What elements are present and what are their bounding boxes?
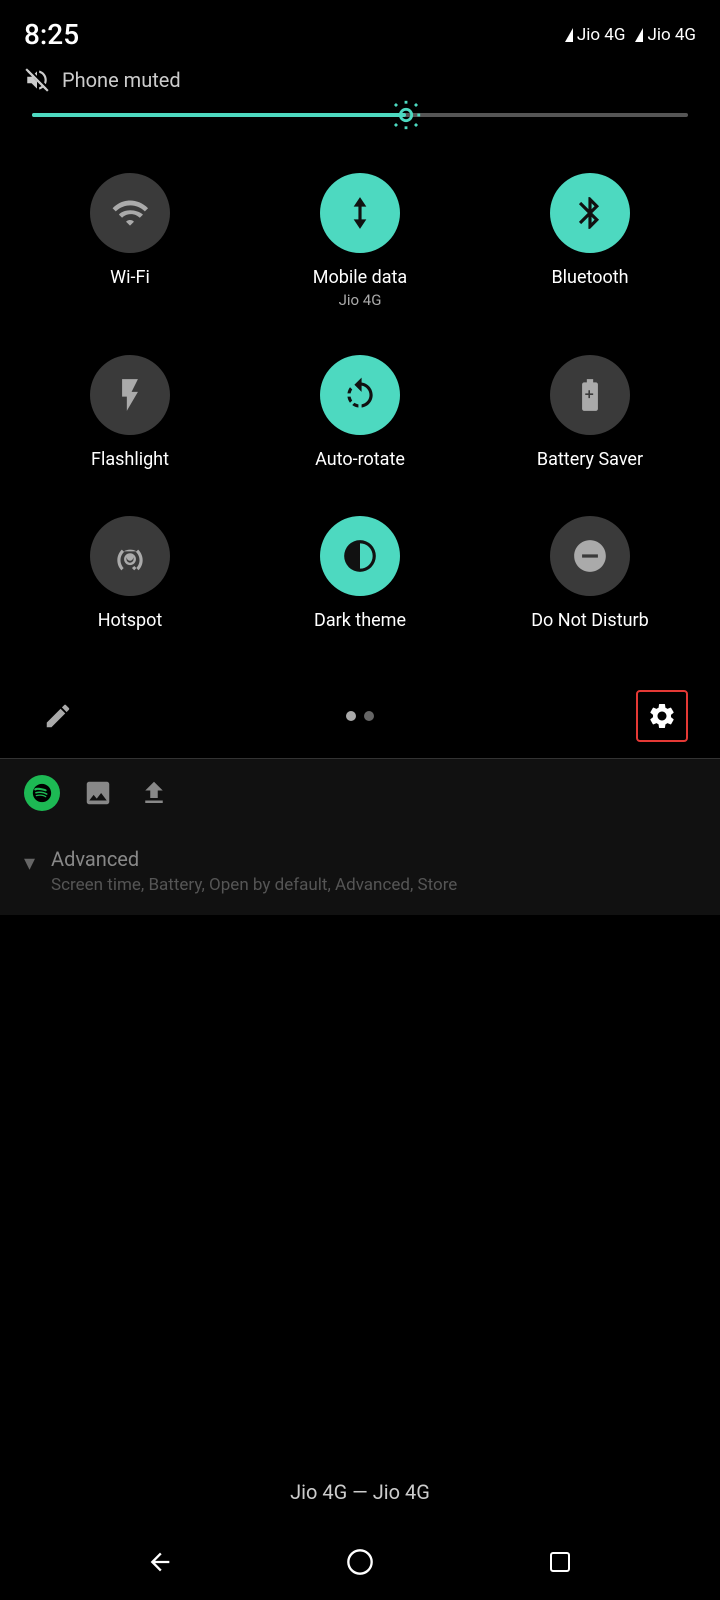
hotspot-icon-circle	[90, 516, 170, 596]
do-not-disturb-icon-circle	[550, 516, 630, 596]
recents-icon	[548, 1550, 572, 1574]
qs-item-do-not-disturb[interactable]: Do Not Disturb	[480, 496, 700, 648]
mobile-data-icon-circle	[320, 173, 400, 253]
qs-item-battery-saver[interactable]: Battery Saver	[480, 335, 700, 487]
edit-icon	[43, 701, 73, 731]
advanced-header: ▾ Advanced Screen time, Battery, Open by…	[24, 847, 696, 895]
auto-rotate-icon-circle	[320, 355, 400, 435]
upload-notification-icon[interactable]	[136, 775, 172, 811]
auto-rotate-label: Auto-rotate	[315, 449, 405, 471]
brightness-slider-container[interactable]	[0, 103, 720, 137]
dot-2	[364, 711, 374, 721]
recents-button[interactable]	[540, 1542, 580, 1582]
wifi-icon-circle	[90, 173, 170, 253]
bottom-area: Jio 4G — Jio 4G	[0, 1460, 720, 1600]
home-icon	[346, 1548, 374, 1576]
dark-theme-icon-circle	[320, 516, 400, 596]
qs-item-dark-theme[interactable]: Dark theme	[250, 496, 470, 648]
advanced-section[interactable]: ▾ Advanced Screen time, Battery, Open by…	[0, 827, 720, 915]
page-dots	[346, 711, 374, 721]
qs-item-hotspot[interactable]: Hotspot	[20, 496, 240, 648]
qs-item-mobile-data[interactable]: Mobile data Jio 4G	[250, 153, 470, 325]
brightness-sun-icon	[389, 98, 423, 132]
brightness-track[interactable]	[32, 113, 688, 117]
flashlight-icon	[111, 376, 149, 414]
image-notification-icon[interactable]	[80, 775, 116, 811]
qs-item-flashlight[interactable]: Flashlight	[20, 335, 240, 487]
quick-settings-panel: Wi-Fi Mobile data Jio 4G Bluetooth	[0, 137, 720, 664]
qs-grid: Wi-Fi Mobile data Jio 4G Bluetooth	[20, 153, 700, 648]
mobile-data-label: Mobile data	[313, 267, 407, 289]
status-bar: 8:25 Jio 4G Jio 4G	[0, 0, 720, 61]
phone-muted-label: Phone muted	[62, 68, 181, 92]
wifi-icon	[111, 194, 149, 232]
wifi-label: Wi-Fi	[110, 267, 150, 289]
dot-1	[346, 711, 356, 721]
signal2-icon: Jio 4G	[635, 25, 696, 45]
back-button[interactable]	[140, 1542, 180, 1582]
qs-item-bluetooth[interactable]: Bluetooth	[480, 153, 700, 325]
settings-button[interactable]	[636, 690, 688, 742]
network1-label: Jio 4G	[577, 25, 626, 45]
advanced-subtitle: Screen time, Battery, Open by default, A…	[51, 875, 457, 895]
do-not-disturb-icon	[571, 537, 609, 575]
mobile-data-sublabel: Jio 4G	[339, 291, 382, 309]
bluetooth-icon-circle	[550, 173, 630, 253]
mobile-data-icon	[341, 194, 379, 232]
auto-rotate-icon	[341, 376, 379, 414]
notification-icons-row	[0, 759, 720, 827]
flashlight-label: Flashlight	[91, 449, 169, 471]
carrier-label: Jio 4G — Jio 4G	[0, 1460, 720, 1524]
dark-theme-icon	[341, 537, 379, 575]
battery-saver-icon	[571, 376, 609, 414]
status-right: Jio 4G Jio 4G	[565, 25, 696, 45]
signal1-icon: Jio 4G	[565, 25, 626, 45]
bluetooth-label: Bluetooth	[551, 267, 628, 289]
qs-item-wifi[interactable]: Wi-Fi	[20, 153, 240, 325]
status-time: 8:25	[24, 18, 79, 51]
settings-icon	[647, 701, 677, 731]
spotify-notification-icon[interactable]	[24, 775, 60, 811]
notification-bar: Phone muted	[0, 61, 720, 103]
qs-item-auto-rotate[interactable]: Auto-rotate	[250, 335, 470, 487]
qs-toolbar	[0, 674, 720, 758]
hotspot-label: Hotspot	[98, 610, 163, 632]
back-icon	[146, 1548, 174, 1576]
bluetooth-icon	[571, 194, 609, 232]
navigation-bar	[0, 1524, 720, 1600]
flashlight-icon-circle	[90, 355, 170, 435]
hotspot-icon	[111, 537, 149, 575]
do-not-disturb-label: Do Not Disturb	[531, 610, 649, 632]
dark-theme-label: Dark theme	[314, 610, 406, 632]
edit-button[interactable]	[32, 690, 84, 742]
battery-saver-label: Battery Saver	[537, 449, 643, 471]
advanced-title: Advanced	[51, 847, 457, 871]
chevron-down-icon[interactable]: ▾	[24, 851, 35, 876]
battery-saver-icon-circle	[550, 355, 630, 435]
brightness-fill	[32, 113, 406, 117]
network2-label: Jio 4G	[647, 25, 696, 45]
home-button[interactable]	[340, 1542, 380, 1582]
mute-icon	[24, 67, 50, 93]
brightness-thumb[interactable]	[388, 97, 424, 133]
